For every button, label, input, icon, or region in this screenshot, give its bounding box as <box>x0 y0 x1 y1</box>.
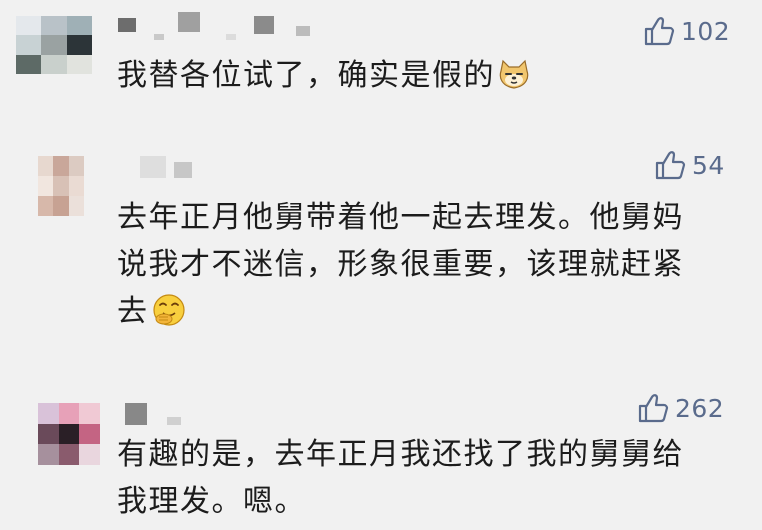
avatar-pixel <box>16 35 42 55</box>
comment-text: 去年正月他舅带着他一起去理发。他舅妈 说我才不迷信，形象很重要，该理就赶紧 去 <box>117 194 684 341</box>
avatar-pixel <box>38 423 59 445</box>
avatar-pixel <box>41 35 67 55</box>
comment-text: 我替各位试了，确实是假的 <box>117 52 531 105</box>
avatar-pixel <box>38 444 59 465</box>
snicker-emoji <box>151 293 187 341</box>
avatar-pixel <box>68 176 84 196</box>
doge-emoji <box>497 58 531 105</box>
avatar-pixel <box>58 403 80 424</box>
thumbs-up-icon <box>638 394 669 423</box>
avatar-pixel <box>16 16 42 36</box>
username-pixel <box>296 26 310 36</box>
avatar-pixel <box>79 423 100 445</box>
avatar-pixel <box>68 196 84 216</box>
username-pixel <box>154 34 164 40</box>
comment-3: 262 有趣的是，去年正月我还找了我的舅舅给 我理发。嗯。 <box>0 385 762 530</box>
comment-line: 我理发。嗯。 <box>117 484 306 519</box>
username-mosaic[interactable] <box>118 12 310 40</box>
avatar[interactable] <box>16 16 92 74</box>
avatar-pixel <box>66 35 92 55</box>
avatar-pixel <box>79 403 100 424</box>
comment-2: 54 去年正月他舅带着他一起去理发。他舅妈 说我才不迷信，形象很重要，该理就赶紧… <box>0 140 762 340</box>
avatar-pixel <box>58 444 80 465</box>
comment-1: 102 我替各位试了，确实是假的 <box>0 0 762 115</box>
like-count: 54 <box>692 150 725 180</box>
avatar-pixel <box>38 176 54 196</box>
username-pixel <box>174 162 192 178</box>
username-pixel <box>125 403 147 425</box>
username-pixel <box>118 18 136 32</box>
comment-line: 说我才不迷信，形象很重要，该理就赶紧 <box>117 247 684 282</box>
username-pixel <box>167 417 181 425</box>
thumbs-up-icon <box>655 151 686 180</box>
like-button[interactable]: 102 <box>643 16 730 46</box>
like-count: 102 <box>681 16 731 46</box>
thumbs-up-icon <box>644 17 675 46</box>
avatar-pixel <box>53 176 69 196</box>
username-mosaic[interactable] <box>125 403 181 425</box>
avatar-pixel <box>38 196 54 216</box>
comment-line: 去年正月他舅带着他一起去理发。他舅妈 <box>117 200 684 235</box>
avatar[interactable] <box>38 156 84 216</box>
avatar-pixel <box>53 156 69 176</box>
avatar-pixel <box>53 196 69 216</box>
like-button[interactable]: 262 <box>637 393 724 423</box>
avatar-pixel <box>41 54 67 74</box>
username-pixel <box>140 156 166 178</box>
like-button[interactable]: 54 <box>654 150 725 180</box>
username-mosaic[interactable] <box>140 156 192 178</box>
like-count: 262 <box>675 393 725 423</box>
avatar-pixel <box>68 156 84 176</box>
avatar-pixel <box>38 156 54 176</box>
comment-line: 有趣的是，去年正月我还找了我的舅舅给 <box>117 437 684 472</box>
comment-text: 有趣的是，去年正月我还找了我的舅舅给 我理发。嗯。 <box>117 431 684 525</box>
comment-line: 去 <box>117 288 684 341</box>
username-pixel <box>226 34 236 40</box>
avatar[interactable] <box>38 403 100 465</box>
username-pixel <box>254 16 274 34</box>
avatar-pixel <box>16 54 42 74</box>
avatar-pixel <box>41 16 67 36</box>
avatar-pixel <box>58 423 80 445</box>
avatar-pixel <box>66 54 92 74</box>
avatar-pixel <box>79 444 100 465</box>
avatar-pixel <box>66 16 92 36</box>
avatar-pixel <box>38 403 59 424</box>
username-pixel <box>178 12 200 32</box>
